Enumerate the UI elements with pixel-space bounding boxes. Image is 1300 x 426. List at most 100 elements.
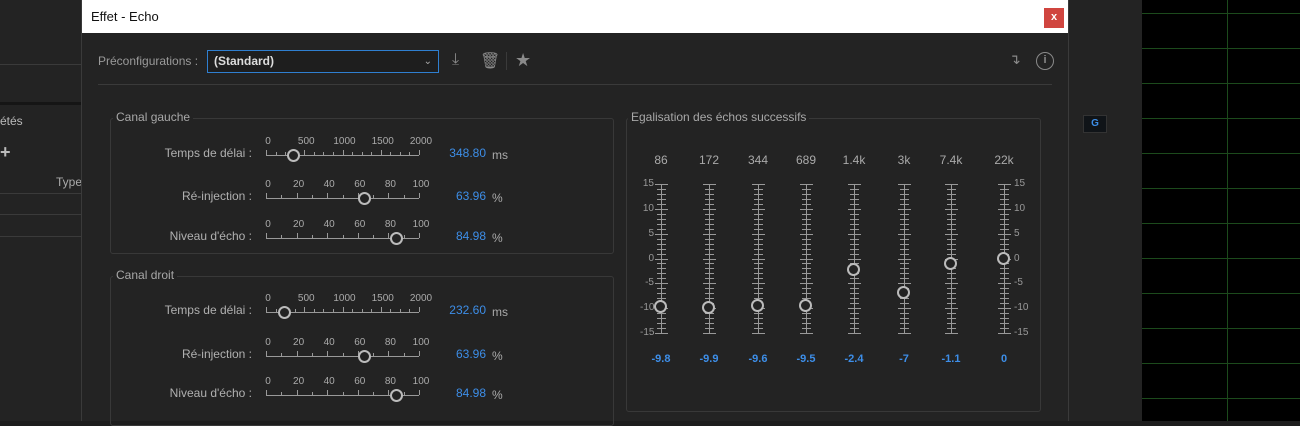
eq-slider-tick [705, 288, 714, 290]
eq-slider-tick [850, 213, 859, 215]
eq-band-value[interactable]: -2.4 [845, 353, 864, 365]
trash-icon[interactable]: 🗑 [480, 51, 500, 71]
slider-tick [313, 152, 315, 155]
slider-value[interactable]: 63.96 [426, 189, 486, 203]
eq-slider-tick [657, 288, 666, 290]
eq-slider-tick [947, 243, 956, 245]
info-icon[interactable]: i [1036, 52, 1054, 70]
eq-slider-tick [848, 258, 861, 260]
eq-slider-tick [754, 323, 763, 325]
slider-tick [296, 390, 298, 395]
slider-knob[interactable] [357, 350, 371, 363]
slider-value[interactable]: 84.98 [426, 386, 486, 400]
right-panel [1068, 0, 1148, 421]
eq-slider-tick [898, 308, 911, 310]
slider-unit: % [492, 191, 503, 205]
g-badge-button[interactable]: G [1083, 115, 1107, 133]
eq-slider-tick [850, 223, 859, 225]
right-channel-title: Canal droit [113, 268, 178, 282]
eq-slider-tick [1000, 248, 1009, 250]
eq-slider-tick [657, 253, 666, 255]
eq-band-slider[interactable] [896, 182, 912, 335]
eq-band-value[interactable]: -9.5 [797, 353, 816, 365]
eq-slider-tick [754, 218, 763, 220]
save-preset-icon[interactable]: ⤓ [452, 51, 459, 69]
eq-band-frequency: 86 [654, 153, 668, 167]
horizontal-slider[interactable]: 0 20 40 60 80 100 [265, 219, 429, 247]
eq-band-value[interactable]: 0 [1001, 353, 1007, 365]
eq-slider-tick [998, 233, 1011, 235]
eq-slider-tick [1000, 293, 1009, 295]
eq-band-slider[interactable] [750, 182, 766, 335]
eq-band-value[interactable]: -9.9 [700, 353, 719, 365]
eq-slider-tick [1000, 298, 1009, 300]
eq-band-knob[interactable] [702, 300, 715, 314]
eq-slider-tick [900, 223, 909, 225]
horizontal-slider[interactable]: 0 20 40 60 80 100 [265, 337, 429, 365]
eq-band-slider[interactable] [798, 182, 814, 335]
eq-slider-tick [850, 318, 859, 320]
eq-slider-tick [850, 293, 859, 295]
eq-band-value[interactable]: -7 [899, 353, 909, 365]
slider-knob[interactable] [357, 192, 371, 205]
presets-dropdown[interactable]: (Standard) ⌄ [207, 50, 439, 73]
eq-band-value[interactable]: -9.6 [749, 353, 768, 365]
slider-knob[interactable] [277, 306, 291, 319]
horizontal-slider[interactable]: 0 500 1000 1500 2000 [265, 293, 432, 321]
slider-tick-label: 0 [265, 219, 271, 230]
slider-tick-label: 20 [293, 219, 305, 230]
slider-value[interactable]: 63.96 [426, 347, 486, 361]
slider-knob[interactable] [390, 232, 404, 245]
eq-scale-label-right: -15 [1014, 327, 1029, 338]
eq-slider-tick [657, 193, 666, 195]
eq-slider-tick [900, 238, 909, 240]
slider-tick-label: 20 [293, 337, 305, 348]
eq-slider-tick [657, 268, 666, 270]
column-header-type[interactable]: Type [56, 175, 82, 189]
eq-slider-tick [998, 333, 1011, 334]
eq-slider-tick [848, 283, 861, 285]
eq-band-value[interactable]: -1.1 [942, 353, 961, 365]
slider-label: Niveau d'écho : [169, 229, 252, 243]
eq-slider-tick [754, 238, 763, 240]
slider-tick [281, 195, 283, 198]
eq-slider-tick [850, 323, 859, 325]
eq-slider-tick [802, 278, 811, 280]
eq-slider-tick [1000, 288, 1009, 290]
slider-value[interactable]: 84.98 [426, 229, 486, 243]
slider-knob[interactable] [286, 149, 300, 162]
eq-slider-tick [802, 218, 811, 220]
slider-tick-label: 0 [265, 376, 271, 387]
eq-band-knob[interactable] [944, 256, 957, 270]
panel-tab-label[interactable]: étés [0, 114, 23, 128]
slider-tick [409, 309, 411, 312]
slider-knob[interactable] [390, 389, 404, 402]
eq-slider-tick [657, 198, 666, 200]
slider-tick-label: 500 [297, 293, 315, 304]
eq-band-value[interactable]: -9.8 [652, 353, 671, 365]
horizontal-slider[interactable]: 0 20 40 60 80 100 [265, 376, 429, 404]
routing-icon[interactable]: ↴ [1009, 51, 1021, 68]
eq-band-slider[interactable] [846, 182, 862, 335]
eq-slider-tick [900, 268, 909, 270]
add-icon[interactable]: + [0, 142, 11, 163]
slider-value[interactable]: 348.80 [426, 146, 486, 160]
slider-value[interactable]: 232.60 [426, 303, 486, 317]
eq-band-knob[interactable] [799, 298, 812, 312]
eq-slider-tick [754, 253, 763, 255]
eq-slider-tick [998, 308, 1011, 310]
eq-slider-tick [705, 223, 714, 225]
horizontal-slider[interactable]: 0 500 1000 1500 2000 [265, 136, 432, 164]
eq-slider-tick [754, 293, 763, 295]
eq-band-knob[interactable] [997, 251, 1010, 265]
slider-tick [419, 150, 420, 155]
slider-tick [409, 152, 411, 155]
eq-slider-tick [1000, 198, 1009, 200]
eq-slider-tick [705, 243, 714, 245]
eq-slider-tick [802, 228, 811, 230]
eq-band-frequency: 22k [994, 153, 1014, 167]
eq-slider-tick [945, 308, 958, 310]
horizontal-slider[interactable]: 0 20 40 60 80 100 [265, 179, 429, 207]
star-icon[interactable]: ★ [515, 50, 531, 71]
close-button[interactable]: x [1044, 8, 1064, 28]
